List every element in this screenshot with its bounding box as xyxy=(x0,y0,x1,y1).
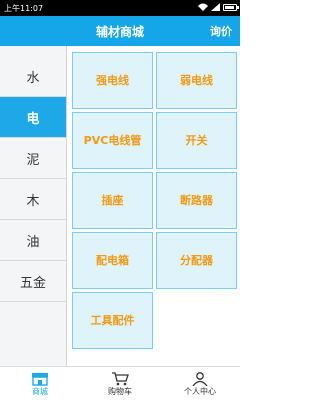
sidebar-item-water[interactable]: 水 xyxy=(0,56,66,97)
page-title: 辅材商城 xyxy=(95,25,144,39)
tab-label: 购物车 xyxy=(108,387,132,396)
sidebar-item-paint[interactable]: 油 xyxy=(0,220,66,261)
sidebar-item-wood[interactable]: 木 xyxy=(0,179,66,220)
store-icon xyxy=(31,371,49,386)
sidebar-item-electric[interactable]: 电 xyxy=(0,97,66,138)
tab-store[interactable]: 商城 xyxy=(0,367,80,400)
tab-profile[interactable]: 个人中心 xyxy=(160,367,240,400)
cart-icon xyxy=(111,371,129,386)
product-tile[interactable]: 配电箱 xyxy=(72,232,153,289)
status-icons xyxy=(198,3,239,11)
product-tile[interactable]: 插座 xyxy=(72,172,153,229)
sidebar-item-mud[interactable]: 泥 xyxy=(0,138,66,179)
status-time: 上午11:07 xyxy=(4,4,44,13)
tab-cart[interactable]: 购物车 xyxy=(80,367,160,400)
header: 辅材商城 询价 xyxy=(0,16,240,46)
tab-label: 个人中心 xyxy=(184,387,216,396)
product-tile[interactable]: 工具配件 xyxy=(72,292,153,349)
product-tile[interactable]: 开关 xyxy=(156,112,237,169)
sidebar-item-hardware[interactable]: 五金 xyxy=(0,261,66,302)
product-tile[interactable]: 分配器 xyxy=(156,232,237,289)
tab-label: 商城 xyxy=(32,387,48,396)
product-tile[interactable]: PVC电线管 xyxy=(72,112,153,169)
user-icon xyxy=(191,371,209,387)
product-tile[interactable]: 强电线 xyxy=(72,52,153,109)
signal-icon xyxy=(211,3,220,11)
status-bar: 上午11:07 xyxy=(0,0,240,16)
product-tile[interactable]: 断路器 xyxy=(156,172,237,229)
bottom-tabbar: 商城 购物车 个人中心 xyxy=(0,366,240,400)
wifi-icon xyxy=(198,3,208,11)
product-tile[interactable]: 弱电线 xyxy=(156,52,237,109)
battery-icon xyxy=(223,3,239,11)
inquiry-button[interactable]: 询价 xyxy=(210,23,232,39)
category-sidebar: 水 电 泥 木 油 五金 xyxy=(0,46,67,366)
